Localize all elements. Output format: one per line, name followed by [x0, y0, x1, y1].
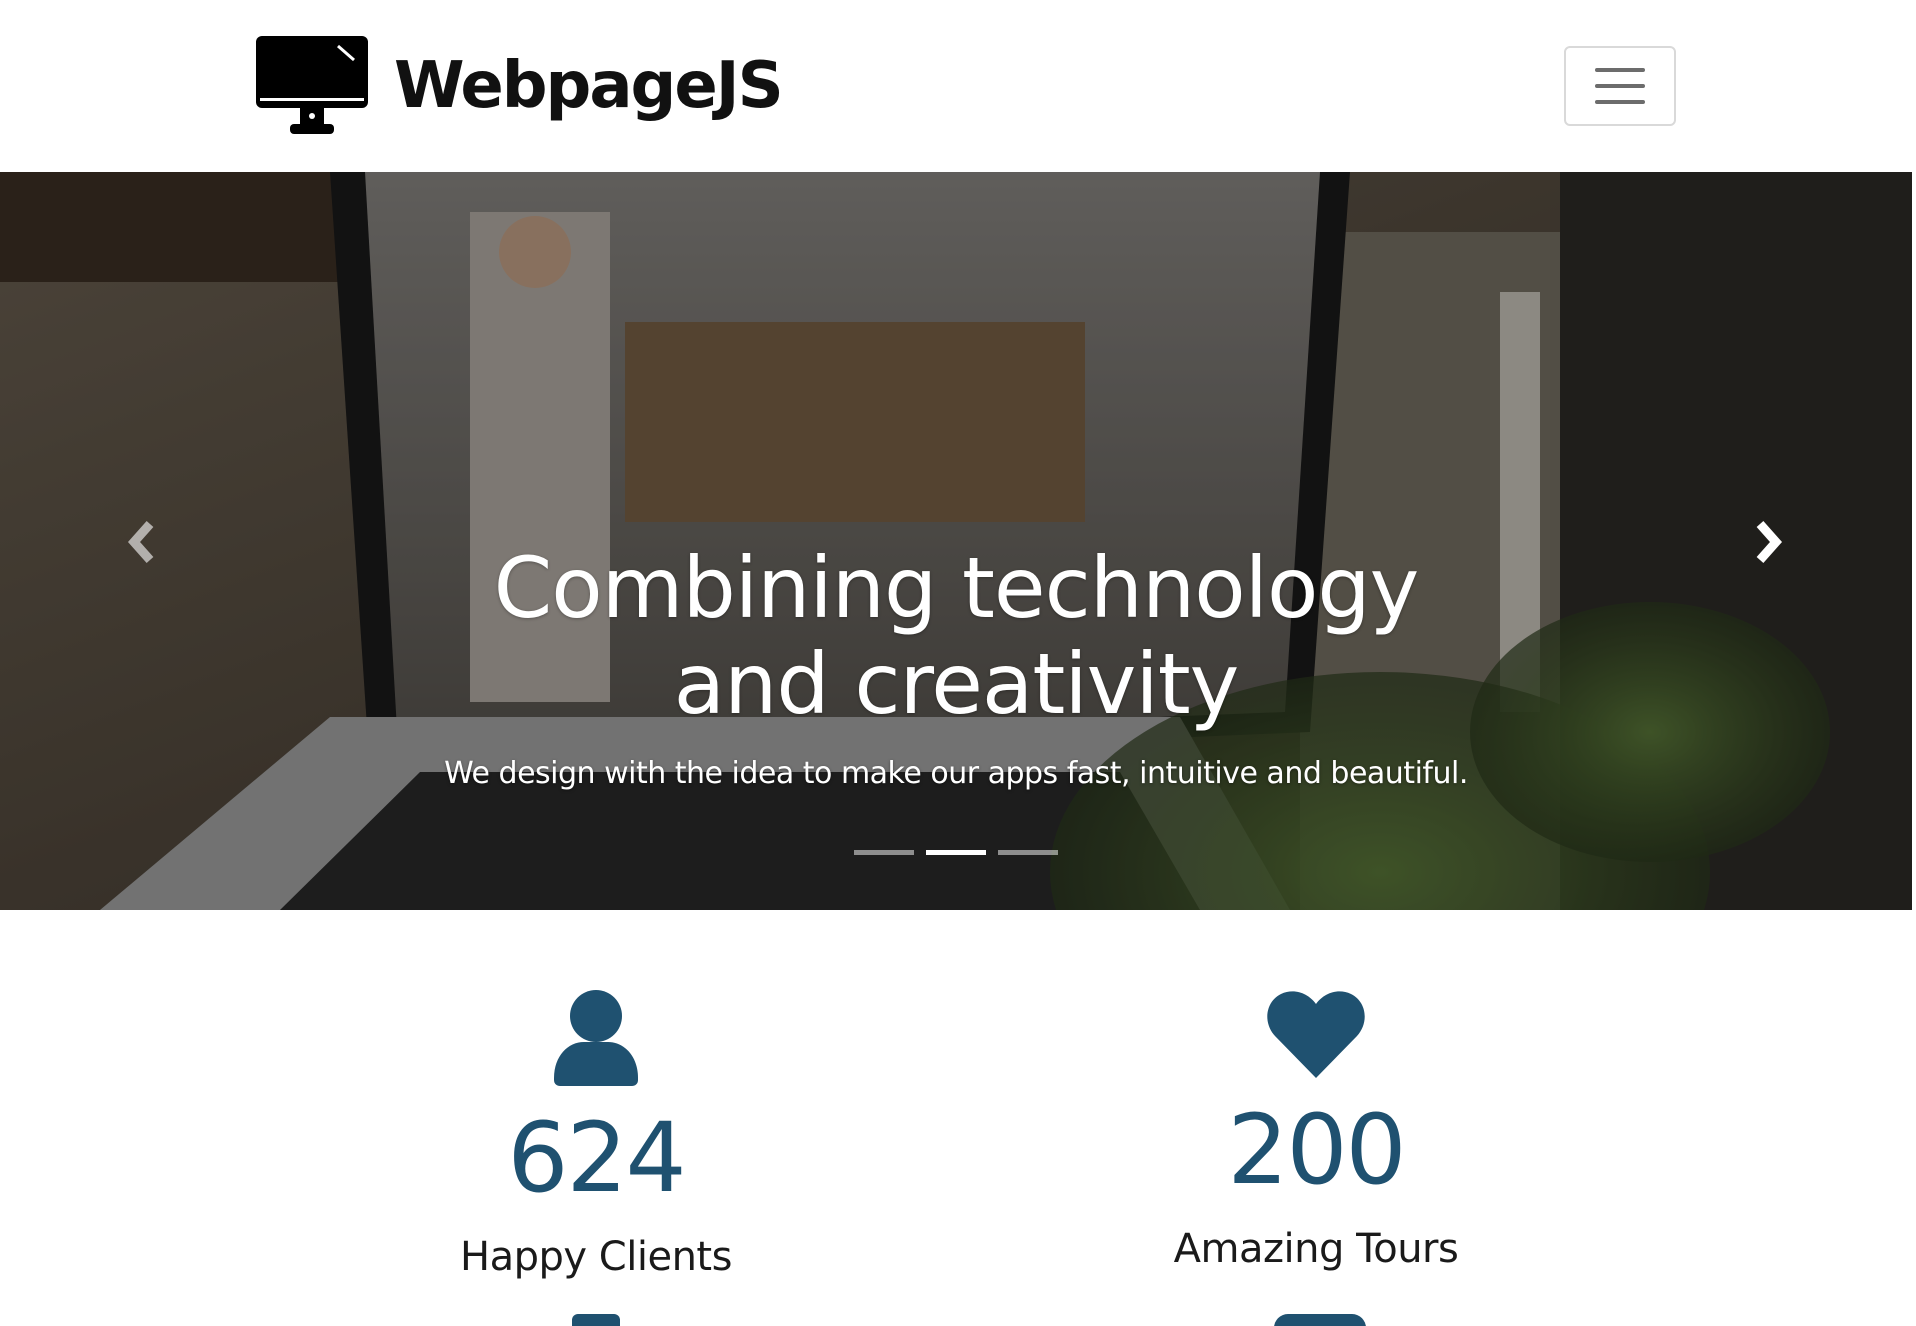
hamburger-menu-icon — [1595, 68, 1645, 72]
hero-subheading: We design with the idea to make our apps… — [444, 756, 1468, 791]
stat-happy-clients: 624 Happy Clients — [296, 910, 896, 1280]
navbar-toggle-button[interactable] — [1564, 46, 1676, 126]
carousel-indicator-2[interactable] — [926, 850, 986, 855]
brand-name: WebpageJS — [394, 49, 784, 123]
stat-icon-partial — [572, 1314, 620, 1326]
heart-icon — [1267, 991, 1365, 1078]
stat-label: Happy Clients — [460, 1234, 732, 1280]
desktop-monitor-icon — [256, 36, 368, 134]
hero-carousel: Combining technology and creativity We d… — [0, 172, 1912, 910]
hamburger-menu-icon — [1595, 84, 1645, 88]
hero-heading: Combining technology and creativity — [493, 539, 1420, 733]
carousel-indicator-1[interactable] — [854, 850, 914, 855]
stat-icon-partial — [1274, 1314, 1366, 1326]
brand-link[interactable]: WebpageJS — [256, 36, 784, 136]
stat-label: Amazing Tours — [1173, 1226, 1459, 1272]
navbar: WebpageJS — [0, 0, 1916, 172]
stat-value: 200 — [1227, 1094, 1406, 1206]
hamburger-menu-icon — [1595, 100, 1645, 104]
user-icon — [554, 990, 638, 1086]
carousel-caption: Combining technology and creativity We d… — [0, 540, 1912, 791]
stat-value: 624 — [507, 1102, 686, 1214]
stats-section: 624 Happy Clients 200 Amazing Tours — [0, 910, 1916, 1326]
carousel-indicators — [0, 850, 1912, 855]
stat-amazing-tours: 200 Amazing Tours — [1016, 910, 1616, 1272]
carousel-indicator-3[interactable] — [998, 850, 1058, 855]
